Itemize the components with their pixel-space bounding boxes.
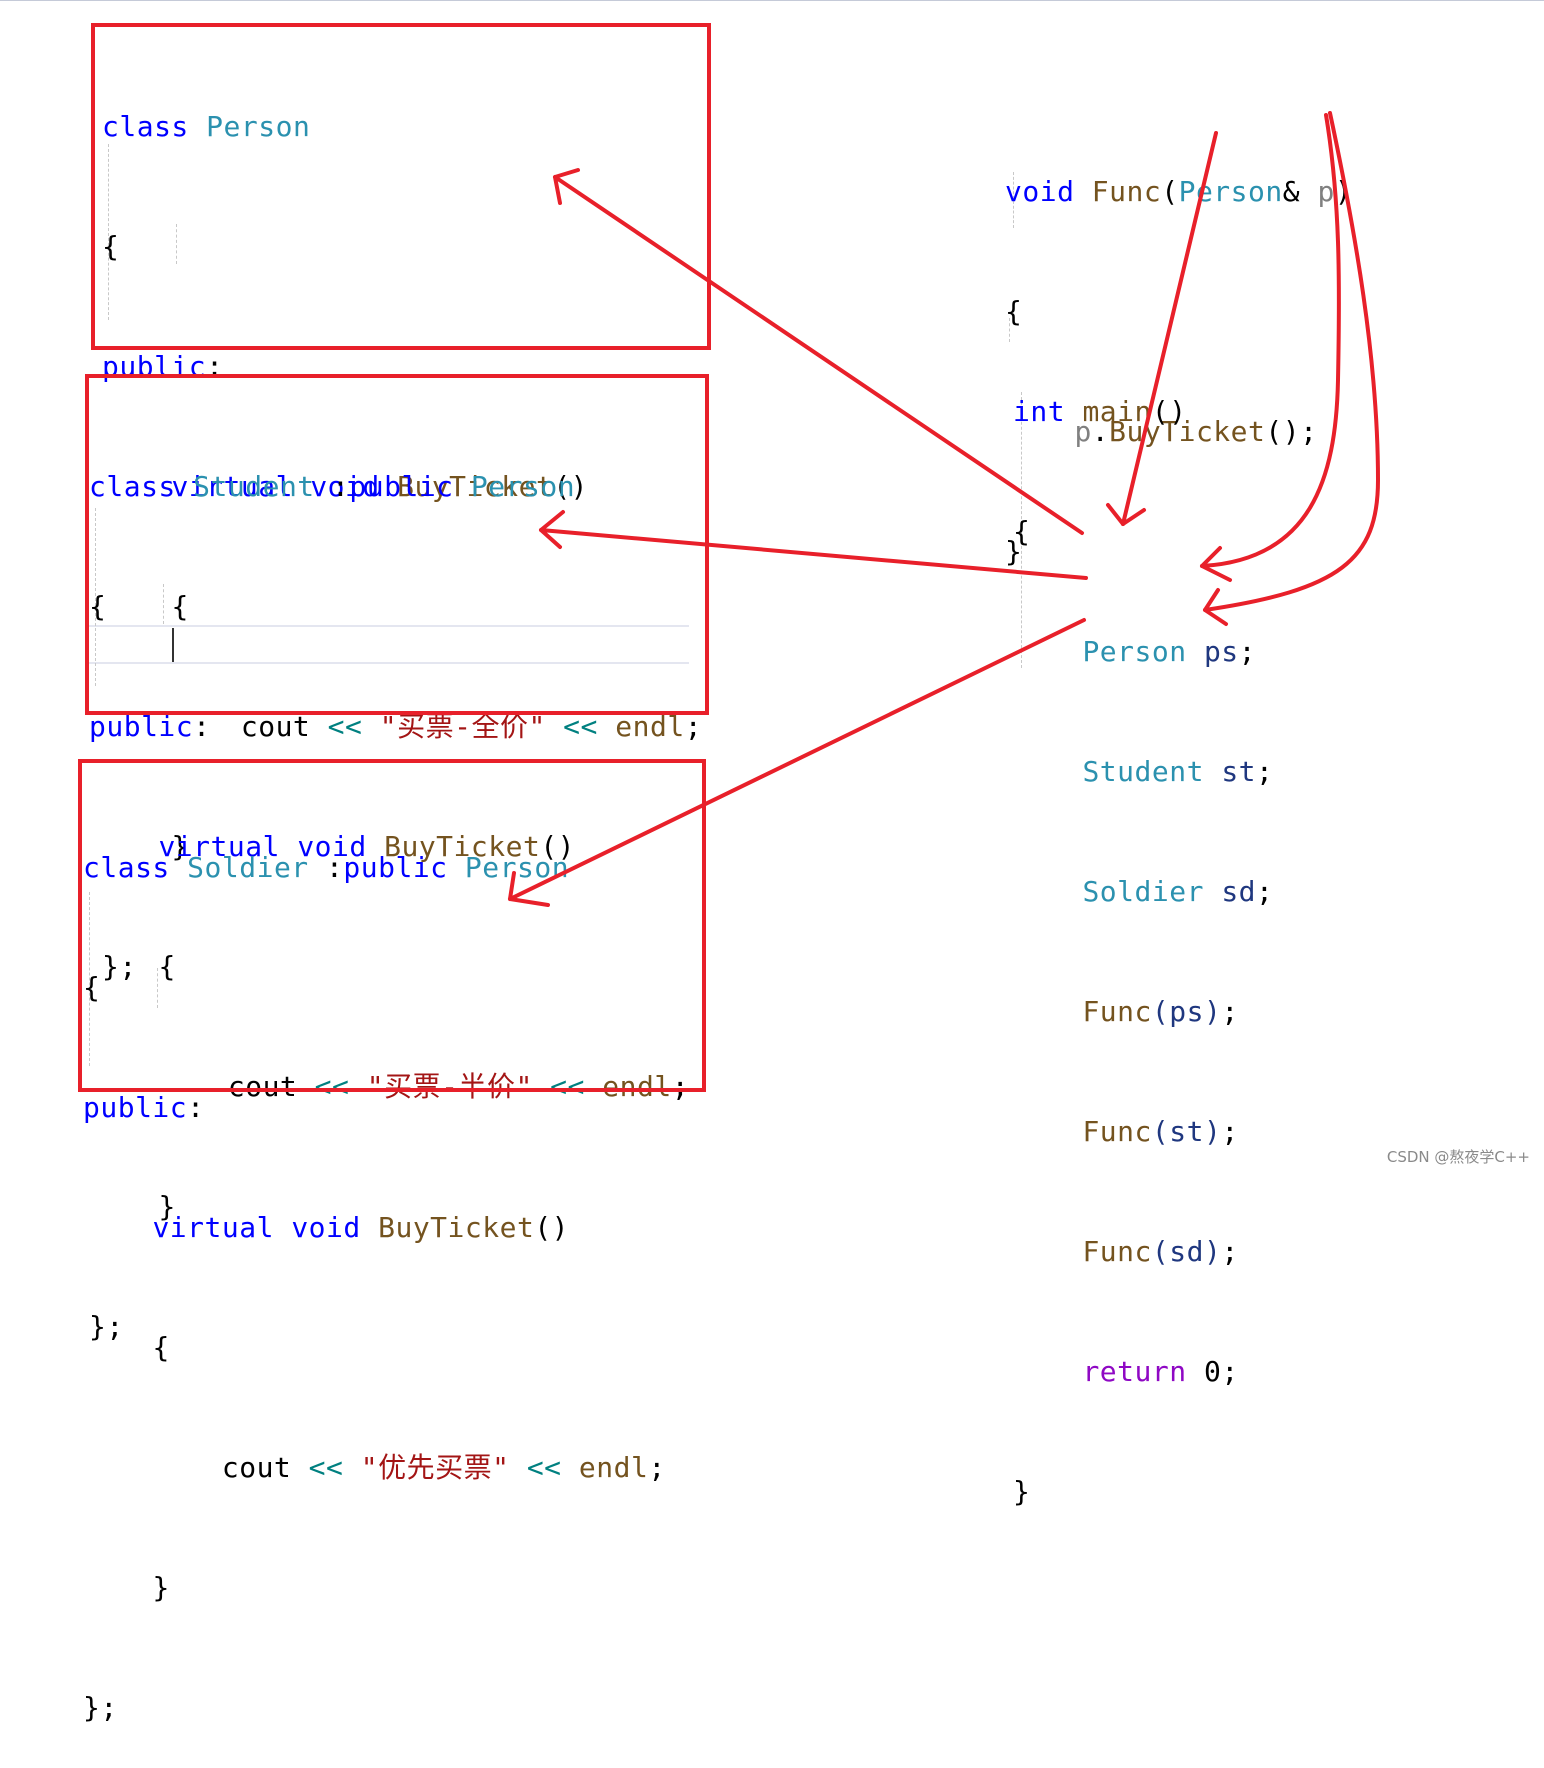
keyword: void — [291, 1211, 361, 1244]
arrow-param-to-funcps — [1121, 131, 1218, 526]
brace: } — [1013, 1475, 1031, 1508]
brace: { — [152, 1331, 170, 1364]
keyword: virtual — [152, 1211, 274, 1244]
watermark: CSDN @熬夜学C++ — [1386, 1148, 1530, 1166]
string-literal: "优先买票" — [360, 1451, 510, 1484]
arrow-funcst-to-student-buyticket — [539, 528, 1088, 580]
call-arg: (sd) — [1151, 1235, 1222, 1268]
endl: endl — [578, 1451, 649, 1484]
cout: cout — [221, 1451, 292, 1484]
operator: << — [308, 1451, 344, 1484]
return-value: 0 — [1203, 1355, 1222, 1388]
call-func-sd: Func — [1082, 1235, 1152, 1268]
annotation-arrows — [508, 111, 1380, 907]
arrow-p-to-funcst — [1200, 113, 1341, 568]
operator: << — [526, 1451, 562, 1484]
semicolon: ; — [648, 1451, 666, 1484]
arrow-funcsd-to-soldier-buyticket — [508, 618, 1086, 901]
brace: } — [152, 1571, 170, 1604]
brace: }; — [83, 1691, 118, 1724]
semicolon: ; — [1221, 1235, 1239, 1268]
parens: () — [534, 1211, 570, 1244]
semicolon: ; — [1221, 1355, 1239, 1388]
method-name: BuyTicket — [378, 1211, 535, 1244]
arrow-funcps-to-person-buyticket — [553, 175, 1084, 535]
return-keyword: return — [1082, 1355, 1187, 1388]
arrow-p-to-funcsd — [1203, 111, 1380, 612]
